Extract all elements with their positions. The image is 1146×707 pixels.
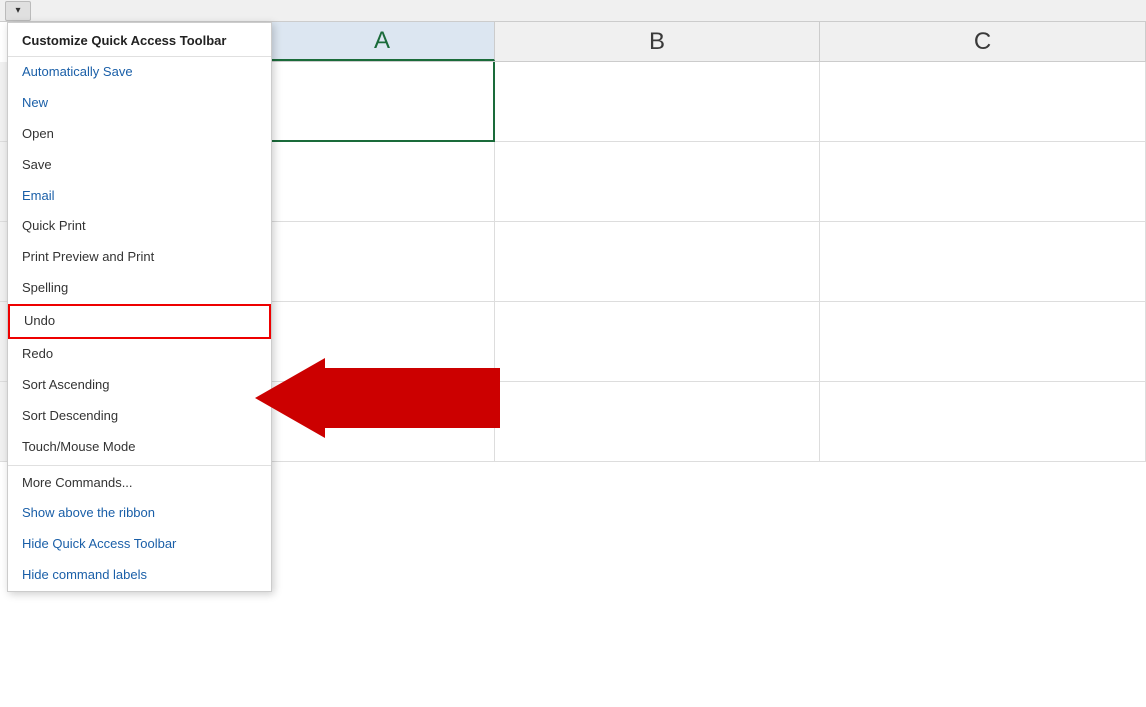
cell-b5[interactable] — [495, 382, 820, 462]
cell-c2[interactable] — [820, 142, 1146, 222]
menu-item-sort-ascending[interactable]: Sort Ascending — [8, 370, 271, 401]
menu-item-redo[interactable]: Redo — [8, 339, 271, 370]
menu-item-hide-toolbar[interactable]: Hide Quick Access Toolbar — [8, 529, 271, 560]
menu-separator-1 — [8, 465, 271, 466]
menu-item-auto-save[interactable]: Automatically Save — [8, 57, 271, 88]
cell-b3[interactable] — [495, 222, 820, 302]
cell-b1[interactable] — [495, 62, 820, 142]
cell-b4[interactable] — [495, 302, 820, 382]
menu-item-quick-print[interactable]: Quick Print — [8, 211, 271, 242]
arrow-tip — [255, 358, 325, 438]
cell-row-1 — [270, 62, 1146, 142]
ribbon-bar: ▾ — [0, 0, 1146, 22]
cell-b2[interactable] — [495, 142, 820, 222]
menu-item-spelling[interactable]: Spelling — [8, 273, 271, 304]
menu-item-sort-descending[interactable]: Sort Descending — [8, 401, 271, 432]
cell-a2[interactable] — [270, 142, 495, 222]
menu-item-show-above[interactable]: Show above the ribbon — [8, 498, 271, 529]
menu-item-undo[interactable]: Undo — [8, 304, 271, 339]
menu-item-open[interactable]: Open — [8, 119, 271, 150]
cell-c3[interactable] — [820, 222, 1146, 302]
red-arrow — [255, 358, 500, 438]
menu-item-new[interactable]: New — [8, 88, 271, 119]
column-headers: A B C — [270, 22, 1146, 62]
menu-item-email[interactable]: Email — [8, 181, 271, 212]
column-header-a: A — [270, 22, 495, 61]
cell-c4[interactable] — [820, 302, 1146, 382]
menu-item-hide-labels[interactable]: Hide command labels — [8, 560, 271, 591]
cell-a1[interactable] — [270, 62, 495, 142]
cell-row-3 — [270, 222, 1146, 302]
arrow-shaft — [325, 368, 500, 428]
cell-c1[interactable] — [820, 62, 1146, 142]
menu-item-touch-mouse[interactable]: Touch/Mouse Mode — [8, 432, 271, 463]
menu-title: Customize Quick Access Toolbar — [8, 23, 271, 57]
menu-item-print-preview[interactable]: Print Preview and Print — [8, 242, 271, 273]
column-header-b: B — [495, 22, 820, 61]
quick-access-dropdown-button[interactable]: ▾ — [5, 1, 31, 21]
dropdown-menu: Customize Quick Access Toolbar Automatic… — [7, 22, 272, 592]
cell-a3[interactable] — [270, 222, 495, 302]
cell-c5[interactable] — [820, 382, 1146, 462]
menu-item-more-commands[interactable]: More Commands... — [8, 468, 271, 499]
column-header-c: C — [820, 22, 1146, 61]
menu-item-save[interactable]: Save — [8, 150, 271, 181]
cell-row-2 — [270, 142, 1146, 222]
